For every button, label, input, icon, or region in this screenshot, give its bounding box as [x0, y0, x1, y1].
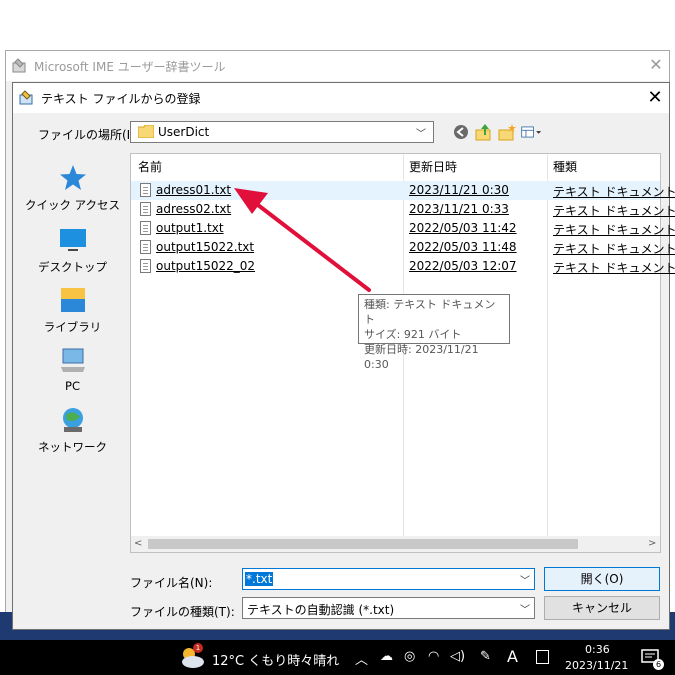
place-desktop[interactable]: デスクトップ	[20, 225, 125, 275]
text-file-icon	[140, 240, 151, 254]
open-button[interactable]: 開く(O)	[544, 567, 660, 591]
text-file-icon	[140, 259, 151, 273]
tooltip-type: 種類: テキスト ドキュメント	[364, 298, 496, 326]
new-folder-icon[interactable]	[496, 121, 518, 143]
place-library[interactable]: ライブラリ	[20, 285, 125, 335]
scroll-right-icon[interactable]: >	[648, 536, 656, 552]
network-icon	[62, 408, 83, 432]
file-modified: 2022/05/03 11:42	[409, 221, 517, 235]
clock-time[interactable]: 0:36	[585, 643, 610, 656]
text-file-icon	[140, 221, 151, 235]
view-menu-icon[interactable]	[520, 121, 542, 143]
pc-icon	[60, 348, 85, 372]
look-in-dropdown[interactable]: UserDict ﹀	[130, 121, 434, 143]
import-text-dialog: テキスト ファイルからの登録 ✕ ファイルの場所(I): UserDict ﹀ …	[12, 82, 675, 630]
place-label: ネットワーク	[38, 440, 107, 454]
file-name: output15022_02	[156, 259, 256, 273]
close-icon[interactable]: ✕	[643, 86, 667, 110]
column-header-modified[interactable]: 更新日時	[409, 158, 457, 175]
ime-app-icon	[12, 58, 26, 73]
ime-mode-indicator[interactable]: A	[507, 647, 518, 666]
up-folder-icon[interactable]	[473, 121, 495, 143]
place-label: ライブラリ	[43, 320, 102, 334]
file-type: テキスト ドキュメント	[553, 223, 675, 237]
file-type: テキスト ドキュメント	[553, 261, 675, 275]
look-in-value: UserDict	[158, 125, 210, 139]
file-row[interactable]: output15022_02 2022/05/03 12:07 テキスト ドキュ…	[131, 257, 675, 276]
weather-badge: 1	[193, 643, 203, 653]
ime-close-icon[interactable]: ✕	[646, 55, 666, 75]
back-icon[interactable]	[450, 121, 472, 143]
chevron-down-icon: ﹀	[520, 605, 530, 616]
file-name: output15022.txt	[156, 240, 255, 254]
place-label: PC	[65, 379, 80, 393]
ime-options-icon[interactable]	[536, 650, 549, 664]
place-network[interactable]: ネットワーク	[20, 405, 125, 455]
tooltip-modified: 更新日時: 2023/11/21 0:30	[364, 343, 479, 371]
dialog-title: テキスト ファイルからの登録	[41, 92, 201, 106]
file-name: adress02.txt	[156, 202, 232, 216]
file-name: output1.txt	[156, 221, 224, 235]
file-row[interactable]: output15022.txt 2022/05/03 11:48 テキスト ドキ…	[131, 238, 675, 257]
notification-count: 6	[653, 659, 664, 670]
file-name: adress01.txt	[156, 183, 232, 197]
star-icon	[59, 165, 86, 190]
speaker-icon[interactable]: ◁)	[450, 649, 465, 664]
place-label: クイック アクセス	[24, 198, 121, 212]
filetype-dropdown[interactable]: テキストの自動認識 (*.txt) ﹀	[242, 597, 535, 619]
text-file-icon	[140, 183, 151, 197]
ime-dialog-icon	[19, 90, 33, 105]
ime-titlebar: Microsoft IME ユーザー辞書ツール ✕	[6, 51, 669, 81]
file-row[interactable]: adress02.txt 2023/11/21 0:33 テキスト ドキュメント	[131, 200, 675, 219]
column-header-name[interactable]: 名前	[138, 158, 162, 175]
chevron-up-icon[interactable]: ︿	[355, 649, 368, 668]
wifi-icon[interactable]: ◠	[428, 649, 439, 664]
taskbar: 1 12°C くもり時々晴れ ︿ ☁ ◎ ◠ ◁) ✎ A 0:36 2023/…	[0, 640, 675, 675]
file-modified: 2023/11/21 0:30	[409, 183, 509, 197]
scrollbar-thumb[interactable]	[148, 539, 578, 549]
filename-input[interactable]: *.txt ﹀	[242, 568, 535, 590]
cancel-button[interactable]: キャンセル	[544, 596, 660, 620]
file-type: テキスト ドキュメント	[553, 242, 675, 256]
pen-icon[interactable]: ✎	[480, 649, 491, 664]
column-header-type[interactable]: 種類	[553, 158, 577, 175]
file-row[interactable]: adress01.txt 2023/11/21 0:30 テキスト ドキュメント	[131, 181, 675, 200]
camera-icon[interactable]: ◎	[404, 649, 415, 664]
chevron-down-icon[interactable]: ﹀	[520, 572, 530, 587]
tooltip-size: サイズ: 921 バイト	[364, 328, 462, 341]
scroll-left-icon[interactable]: <	[134, 536, 142, 552]
file-modified: 2022/05/03 11:48	[409, 240, 517, 254]
desktop-icon	[59, 229, 86, 251]
file-list[interactable]: 名前 更新日時 種類 adress01.txt 2023/11/21 0:30 …	[130, 153, 675, 553]
filetype-value: テキストの自動認識 (*.txt)	[247, 603, 395, 617]
dialog-titlebar: テキスト ファイルからの登録 ✕	[13, 83, 669, 113]
file-modified: 2022/05/03 12:07	[409, 259, 517, 273]
weather-text[interactable]: 12°C くもり時々晴れ	[212, 650, 339, 669]
filename-value: *.txt	[245, 572, 274, 586]
file-modified: 2023/11/21 0:33	[409, 202, 509, 216]
place-quick-access[interactable]: クイック アクセス	[20, 163, 125, 213]
filetype-label: ファイルの種類(T):	[130, 605, 235, 619]
look-in-label: ファイルの場所(I):	[38, 128, 139, 142]
text-file-icon	[140, 202, 151, 216]
file-type: テキスト ドキュメント	[553, 204, 675, 218]
chevron-down-icon: ﹀	[416, 129, 426, 140]
filename-label: ファイル名(N):	[130, 576, 213, 590]
file-type: テキスト ドキュメント	[553, 185, 675, 199]
place-pc[interactable]: PC	[20, 345, 125, 393]
folder-icon	[138, 125, 154, 138]
file-row[interactable]: output1.txt 2022/05/03 11:42 テキスト ドキュメント	[131, 219, 675, 238]
place-label: デスクトップ	[38, 260, 107, 274]
horizontal-scrollbar[interactable]: < >	[131, 536, 660, 552]
clock-date[interactable]: 2023/11/21	[565, 659, 628, 672]
ime-window-title: Microsoft IME ユーザー辞書ツール	[34, 60, 226, 74]
places-bar: クイック アクセス デスクトップ ライブラリ PC ネットワーク	[20, 153, 125, 543]
file-info-tooltip: 種類: テキスト ドキュメント サイズ: 921 バイト 更新日時: 2023/…	[358, 294, 510, 371]
library-icon	[60, 288, 85, 312]
cloud-icon[interactable]: ☁	[380, 649, 393, 664]
